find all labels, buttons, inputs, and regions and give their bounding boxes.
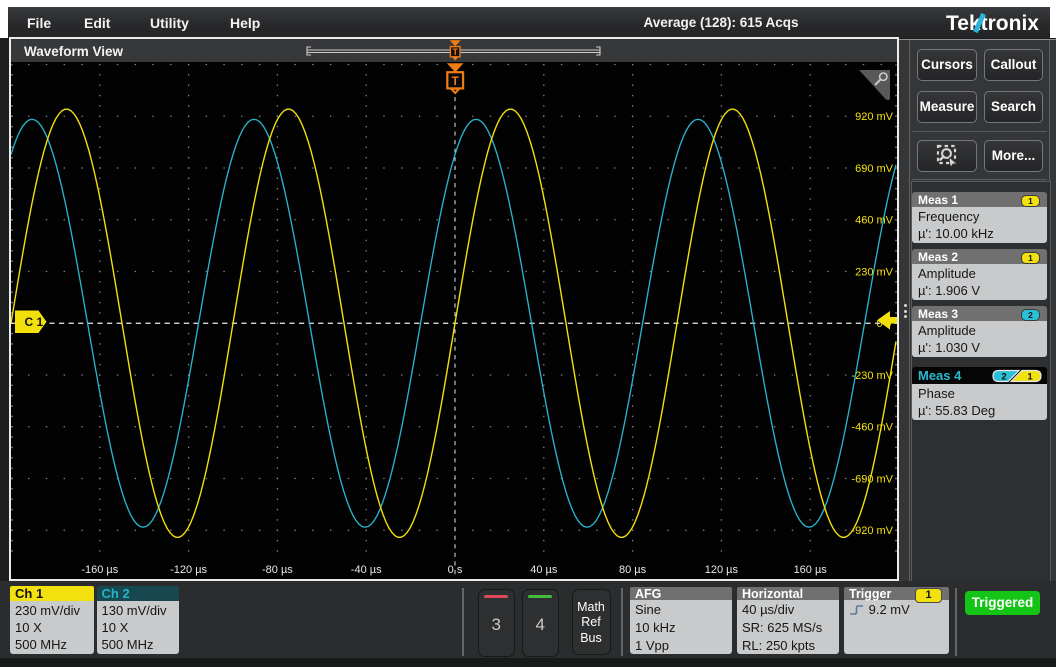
svg-text:C 1: C 1 xyxy=(25,315,44,329)
svg-text:920 mV: 920 mV xyxy=(855,111,894,123)
svg-text:690 mV: 690 mV xyxy=(855,163,894,175)
svg-text:230 mV: 230 mV xyxy=(855,266,894,278)
svg-text:-40 µs: -40 µs xyxy=(351,564,382,576)
svg-text:-460 mV: -460 mV xyxy=(851,422,893,434)
svg-text:Waveform View: Waveform View xyxy=(24,44,124,59)
svg-text:-690 mV: -690 mV xyxy=(851,473,893,485)
svg-text:-120 µs: -120 µs xyxy=(170,564,207,576)
svg-text:80 µs: 80 µs xyxy=(619,564,647,576)
svg-text:-920 mV: -920 mV xyxy=(851,525,893,537)
svg-text:120 µs: 120 µs xyxy=(705,564,739,576)
svg-text:T: T xyxy=(452,47,458,57)
svg-text:0 s: 0 s xyxy=(448,564,463,576)
svg-text:1: 1 xyxy=(1027,371,1033,382)
svg-text:T: T xyxy=(452,74,460,88)
svg-text:40 µs: 40 µs xyxy=(530,564,558,576)
svg-text:-230 mV: -230 mV xyxy=(851,370,893,382)
svg-text:460 mV: 460 mV xyxy=(855,215,894,227)
svg-text:160 µs: 160 µs xyxy=(794,564,828,576)
svg-text:2: 2 xyxy=(1001,371,1006,382)
svg-text:-80 µs: -80 µs xyxy=(262,564,293,576)
svg-text:-160 µs: -160 µs xyxy=(81,564,118,576)
